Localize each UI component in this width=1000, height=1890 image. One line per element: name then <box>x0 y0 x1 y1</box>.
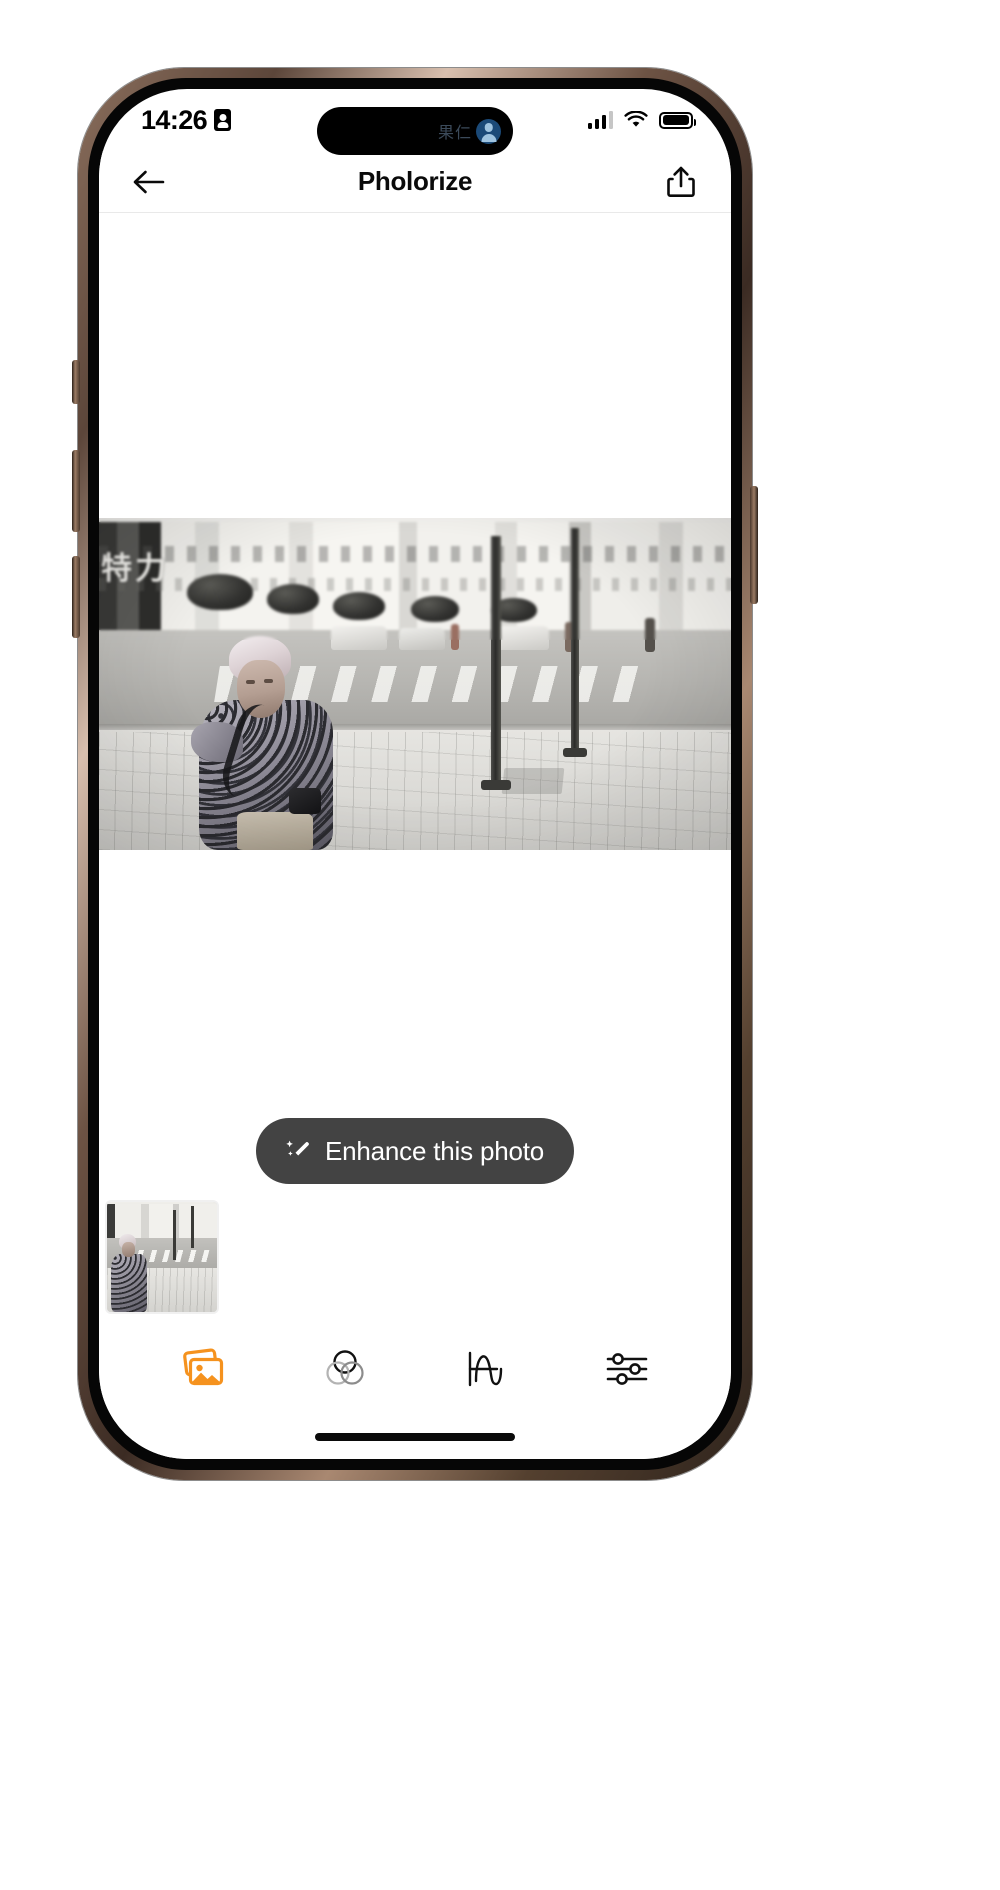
enhance-photo-button[interactable]: Enhance this photo <box>255 1118 575 1184</box>
power-button[interactable] <box>750 486 758 604</box>
curve-waveform-icon <box>463 1347 509 1396</box>
photo-tree <box>187 574 253 610</box>
main-photo[interactable]: 特力 <box>99 518 731 850</box>
photo-tree <box>267 584 319 614</box>
photo-street-pole <box>571 528 579 754</box>
volume-down-button[interactable] <box>72 556 80 638</box>
tab-photos[interactable] <box>133 1335 274 1407</box>
photo-building-windows <box>99 546 731 562</box>
dynamic-island[interactable]: 果仁 <box>317 107 513 155</box>
screen-record-icon <box>214 109 232 131</box>
status-bar-left: 14:26 <box>141 104 232 135</box>
screenshot-stage: 14:26 果仁 Pholorize 特力 Enhance this photo <box>0 0 1000 1890</box>
share-upload-icon <box>667 166 695 197</box>
enhance-photo-label: Enhance this photo <box>324 1135 545 1166</box>
photo-pole-base <box>481 780 511 790</box>
photo-street-pole <box>491 536 501 788</box>
photo-vehicle <box>495 626 549 650</box>
photo-pole-base <box>563 748 587 757</box>
status-bar-clock: 14:26 <box>141 104 208 135</box>
photo-tile-patch <box>501 768 565 794</box>
silent-switch[interactable] <box>72 360 80 404</box>
back-button[interactable] <box>125 158 173 206</box>
photo-tree <box>333 592 385 620</box>
volume-up-button[interactable] <box>72 450 80 532</box>
page-title: Pholorize <box>357 166 473 196</box>
dynamic-island-app-label: 果仁 <box>437 125 472 142</box>
tab-adjustments[interactable] <box>556 1335 697 1407</box>
sliders-icon <box>604 1349 650 1394</box>
battery-fill <box>662 115 689 125</box>
thumbnail-item[interactable] <box>107 1202 217 1312</box>
photo-canvas-area: 特力 Enhance this photo <box>99 213 731 1309</box>
magic-wand-sparkles-icon <box>286 1136 312 1167</box>
tab-filters[interactable] <box>274 1335 415 1407</box>
photo-scene: 特力 <box>99 518 731 850</box>
photo-subject-woman <box>191 636 345 850</box>
photo-store-sign: 特力 <box>101 551 169 587</box>
thumbnail-strip <box>99 1195 731 1319</box>
cellular-signal-icon <box>587 111 613 129</box>
battery-icon <box>659 111 696 129</box>
person-avatar-icon <box>476 118 501 144</box>
photo-stack-icon <box>181 1347 227 1395</box>
photo-vehicle <box>399 628 445 650</box>
nav-bar: Pholorize <box>99 151 731 213</box>
photo-subject-skirt <box>237 812 313 850</box>
wifi-icon <box>624 110 648 129</box>
photo-subject-bag <box>289 788 321 814</box>
thumbnail-image <box>107 1202 217 1312</box>
photo-distant-person <box>645 618 655 652</box>
arrow-left-icon <box>133 170 165 193</box>
home-indicator[interactable] <box>315 1433 515 1441</box>
status-bar-right <box>587 110 696 129</box>
phone-screen: 14:26 果仁 Pholorize 特力 Enhance this photo <box>99 89 731 1459</box>
share-button[interactable] <box>657 158 705 206</box>
tab-curves[interactable] <box>415 1335 556 1407</box>
photo-distant-person <box>451 624 459 650</box>
color-circles-icon <box>322 1347 368 1396</box>
photo-tree <box>411 596 459 622</box>
